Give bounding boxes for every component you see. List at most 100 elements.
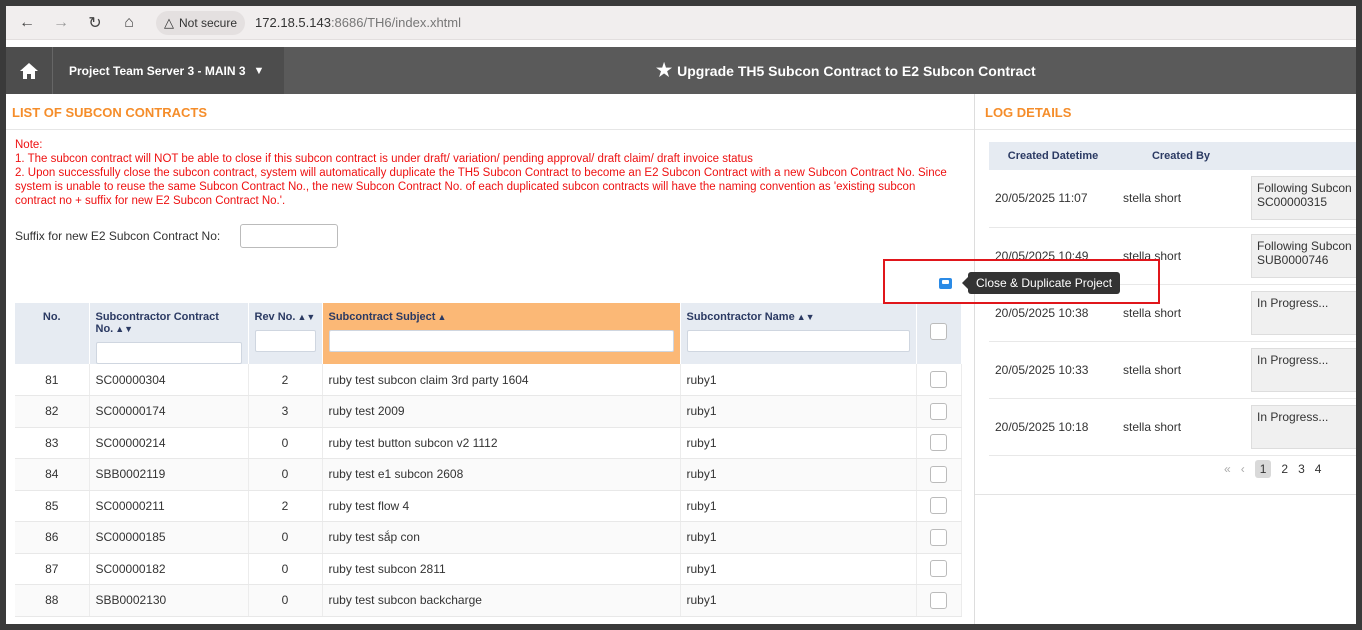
cell-select (916, 458, 962, 491)
select-all-checkbox[interactable] (930, 323, 947, 340)
log-remark-line: In Progress... (1257, 409, 1329, 424)
col-rev-label: Rev No. (254, 311, 296, 323)
forward-icon[interactable]: → (48, 10, 74, 36)
browser-toolbar: ← → ↻ ⌂ △ Not secure 172.18.5.143:8686/T… (6, 6, 1356, 40)
log-created-by: stella short (1117, 341, 1245, 399)
log-remark: Following Subcon SUB0000746 (1251, 233, 1356, 278)
cell-contract: SC00000185 (89, 521, 249, 554)
log-remark-line: Following Subcon (1257, 238, 1352, 253)
cell-name: ruby1 (680, 427, 917, 459)
col-header-contract-no[interactable]: Subcontractor Contract No. ▲▼ (89, 303, 249, 364)
log-col-by: Created By (1117, 142, 1245, 170)
suffix-row: Suffix for new E2 Subcon Contract No: (6, 212, 974, 260)
back-icon[interactable]: ← (14, 10, 40, 36)
reload-icon[interactable]: ↻ (82, 10, 108, 36)
security-badge[interactable]: △ Not secure (156, 10, 246, 35)
home-icon[interactable]: ⌂ (116, 10, 142, 36)
log-remark-line: In Progress... (1257, 295, 1329, 310)
row-checkbox[interactable] (930, 402, 947, 420)
house-icon (20, 62, 38, 79)
cell-subject: ruby test subcon 2811 (322, 553, 681, 585)
cell-subject: ruby test flow 4 (322, 490, 681, 522)
row-checkbox[interactable] (930, 371, 947, 388)
filter-rev[interactable] (254, 330, 316, 352)
page-1[interactable]: 1 (1254, 460, 1272, 478)
table-row[interactable]: 81 SC00000304 2 ruby test subcon claim 3rd … (15, 364, 962, 396)
filter-name[interactable] (686, 330, 910, 352)
address-bar[interactable]: △ Not secure 172.18.5.143:8686/TH6/index… (156, 10, 461, 36)
cell-rev: 0 (248, 553, 323, 585)
log-row: 20/05/2025 11:07 stella short Following Su… (989, 170, 1356, 228)
sort-icon: ▲▼ (297, 312, 316, 322)
table-row[interactable]: 85 SC00000211 2 ruby test flow 4 ruby1 (15, 490, 962, 522)
note-line-2: 2. Upon successfully close the subcon co… (15, 167, 947, 207)
table-row[interactable]: 82 SC00000174 3 ruby test 2009 ruby1 (15, 395, 962, 428)
log-col-remark (1245, 142, 1356, 170)
cell-select (916, 490, 962, 522)
log-panel: LOG DETAILS Created Datetime Created By … (974, 94, 1356, 624)
row-checkbox[interactable] (930, 528, 947, 546)
server-dropdown[interactable]: Project Team Server 3 - MAIN 3 ▼ (52, 47, 284, 94)
app-home-button[interactable] (6, 47, 52, 94)
star-icon: ★ (656, 60, 673, 80)
cell-contract: SC00000182 (89, 553, 249, 585)
subcon-table: No. Subcontractor Contract No. ▲▼ Rev No.… (15, 303, 962, 617)
log-remark-line: SUB0000746 (1257, 252, 1329, 267)
first-page-icon[interactable]: « (1224, 462, 1231, 476)
cell-subject: ruby test button subcon v2 1112 (322, 427, 681, 459)
cell-select (916, 584, 962, 617)
filter-subject[interactable] (328, 330, 674, 352)
cell-subject: ruby test 2009 (322, 395, 681, 428)
cell-rev: 0 (248, 584, 323, 617)
log-remark: In Progress... (1251, 290, 1356, 335)
filter-contract-no[interactable] (95, 342, 242, 364)
cell-rev: 3 (248, 395, 323, 428)
sort-icon: ▲▼ (796, 312, 815, 322)
cell-name: ruby1 (680, 490, 917, 522)
table-row[interactable]: 83 SC00000214 0 ruby test button subcon v2 … (15, 427, 962, 459)
sort-icon: ▲▼ (115, 324, 134, 334)
url-text[interactable]: 172.18.5.143:8686/TH6/index.xhtml (255, 15, 461, 30)
row-checkbox[interactable] (930, 560, 947, 578)
col-header-subject[interactable]: Subcontract Subject ▲ (322, 303, 681, 364)
col-header-select[interactable] (916, 303, 962, 364)
row-checkbox[interactable] (930, 434, 947, 452)
row-checkbox[interactable] (930, 591, 947, 609)
cell-contract: SBB0002119 (89, 458, 249, 491)
list-title: LIST OF SUBCON CONTRACTS (6, 94, 974, 130)
log-remark-line: Following Subcon (1257, 181, 1352, 195)
cell-rev: 2 (248, 364, 323, 396)
table-row[interactable]: 87 SC00000182 0 ruby test subcon 2811 ruby1 (15, 553, 962, 585)
table-row[interactable]: 88 SBB0002130 0 ruby test subcon backcharge… (15, 584, 962, 617)
suffix-label: Suffix for new E2 Subcon Contract No: (15, 229, 221, 243)
cell-select (916, 395, 962, 428)
close-duplicate-tooltip: Close & Duplicate Project (961, 272, 1121, 294)
cell-subject: ruby test subcon claim 3rd party 1604 (322, 364, 681, 396)
cell-contract: SC00000214 (89, 427, 249, 459)
log-remark-cell: In Progress... (1245, 284, 1356, 342)
log-remark-cell: In Progress... (1245, 398, 1356, 456)
table-row[interactable]: 84 SBB0002119 0 ruby test e1 subcon 2608 rub… (15, 458, 962, 491)
page-3[interactable]: 3 (1298, 462, 1305, 476)
page-2[interactable]: 2 (1281, 462, 1288, 476)
page-4[interactable]: 4 (1315, 462, 1322, 476)
cell-contract: SC00000304 (89, 364, 249, 396)
suffix-input[interactable] (240, 224, 339, 248)
cell-subject: ruby test e1 subcon 2608 (322, 458, 681, 491)
cell-name: ruby1 (680, 458, 917, 491)
log-row: 20/05/2025 10:18 stella short In Progress.… (989, 398, 1356, 456)
cell-no: 81 (15, 364, 90, 396)
col-header-rev[interactable]: Rev No. ▲▼ (248, 303, 323, 364)
page-title-text: Upgrade TH5 Subcon Contract to E2 Subcon… (677, 62, 1036, 79)
col-header-name[interactable]: Subcontractor Name ▲▼ (680, 303, 917, 364)
prev-page-icon[interactable]: ‹ (1241, 462, 1245, 476)
page-title: ★ Upgrade TH5 Subcon Contract to E2 Subc… (656, 47, 1036, 94)
table-row[interactable]: 86 SC00000185 0 ruby test sắp con ruby1 (15, 521, 962, 554)
log-datetime: 20/05/2025 10:33 (989, 341, 1117, 399)
col-name-label: Subcontractor Name (686, 311, 795, 323)
url-path: :8686/TH6/index.xhtml (330, 15, 462, 30)
row-checkbox[interactable] (930, 465, 947, 483)
row-checkbox[interactable] (930, 497, 947, 515)
cell-no: 82 (15, 395, 90, 428)
log-col-datetime: Created Datetime (989, 142, 1117, 170)
